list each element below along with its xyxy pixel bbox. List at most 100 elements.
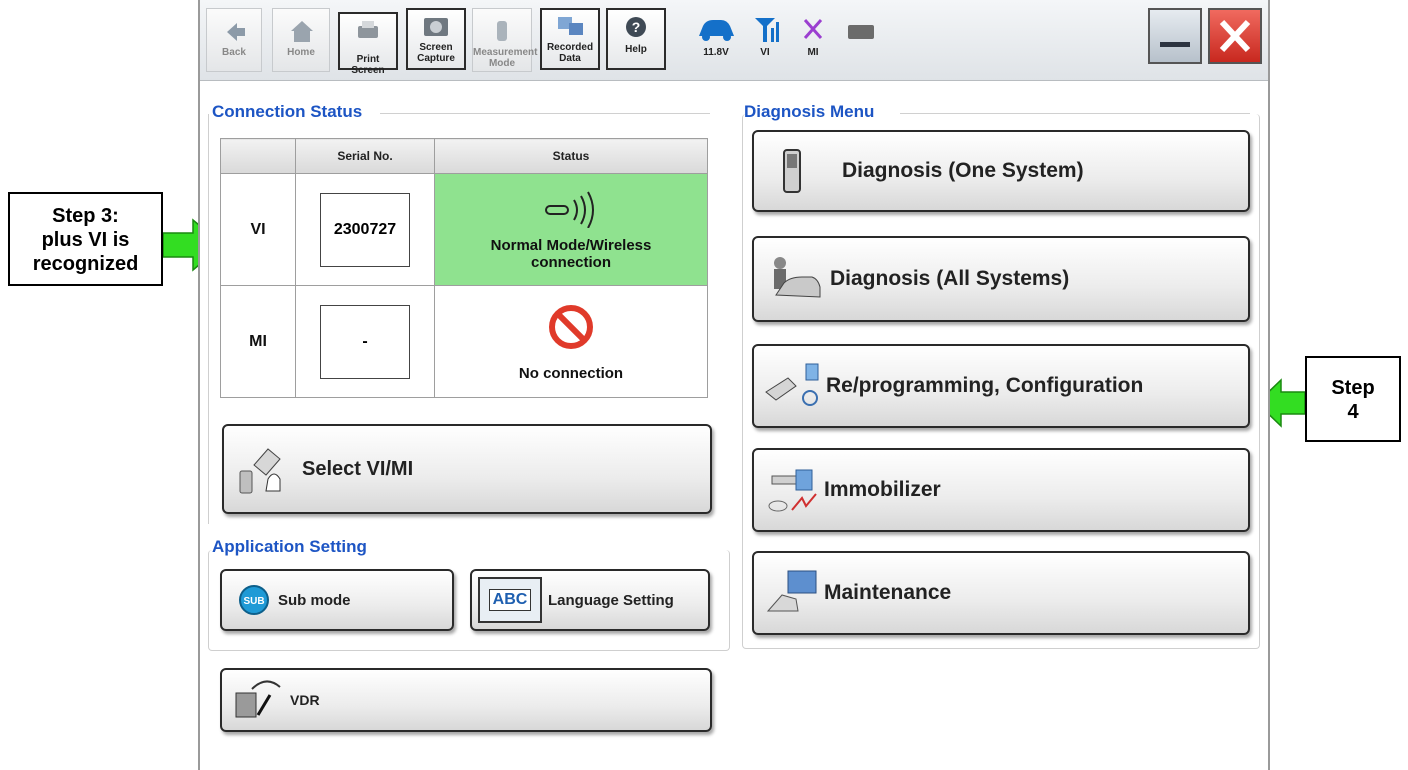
connection-status-table: Serial No. Status VI 2300727 Normal Mode… — [220, 138, 708, 398]
serial-cell: - — [295, 285, 435, 398]
measurement-label: Measurement — [473, 47, 538, 58]
maintenance-icon — [766, 570, 817, 612]
callout-text: plus VI is — [41, 229, 130, 251]
table-row: VI 2300727 Normal Mode/Wireless connecti… — [220, 173, 708, 286]
callout-text: recognized — [32, 253, 139, 275]
measurement-mode-button[interactable]: Measurement Mode — [472, 8, 538, 72]
diagnosis-menu-title: Diagnosis Menu — [744, 102, 875, 121]
device-icon — [783, 149, 801, 193]
recorded-data-label: Data — [559, 53, 581, 64]
abc-icon-text: ABC — [488, 589, 532, 611]
vi-label: VI — [760, 47, 770, 58]
vi-status: VI — [748, 14, 782, 58]
home-icon — [291, 21, 313, 42]
language-setting-button[interactable]: ABC Language Setting — [470, 569, 710, 631]
car-icon — [699, 20, 734, 41]
wireless-icon — [545, 191, 594, 229]
mechanic-car-icon — [774, 257, 821, 298]
minimize-icon — [1160, 42, 1190, 47]
help-button[interactable]: ? Help — [606, 8, 666, 70]
device-name: MI — [220, 285, 296, 398]
mi-label: MI — [807, 47, 819, 58]
screen-capture-label: Capture — [417, 53, 455, 64]
select-vi-mi-label: Select VI/MI — [302, 457, 414, 480]
recorded-data-icon — [558, 17, 583, 35]
menu-item-label: Diagnosis (One System) — [842, 159, 1084, 182]
immobilizer-button[interactable]: Immobilizer — [752, 448, 1250, 532]
status-cell: No connection — [434, 285, 708, 398]
measurement-label: Mode — [488, 58, 516, 69]
language-setting-label: Language Setting — [548, 591, 674, 609]
reprogramming-configuration-button[interactable]: Re/programming, Configuration — [752, 344, 1250, 428]
menu-item-label: Diagnosis (All Systems) — [830, 267, 1070, 290]
battery-status: 11.8V — [692, 14, 740, 58]
help-label: Help — [625, 44, 647, 55]
consult-window: Back Home Print Screen Screen Capture Me… — [198, 0, 1270, 770]
reprogramming-icon — [765, 363, 819, 406]
serial-cell: 2300727 — [295, 173, 435, 286]
callout-text: 4 — [1347, 401, 1359, 423]
home-button[interactable]: Home — [272, 8, 330, 72]
toolbar: Back Home Print Screen Screen Capture Me… — [200, 0, 1268, 81]
print-screen-label: Print Screen — [351, 54, 385, 76]
maintenance-button[interactable]: Maintenance — [752, 551, 1250, 635]
serial-value: - — [320, 304, 410, 379]
status-text: No connection — [518, 364, 624, 382]
no-connection-icon — [549, 304, 593, 349]
status-cell: Normal Mode/Wireless connection — [434, 173, 708, 286]
status-text: Normal Mode/Wireless connection — [490, 237, 652, 271]
sub-icon-text: SUB — [243, 596, 264, 607]
mi-disconnected-icon — [803, 19, 823, 39]
select-vi-mi-button[interactable]: Select VI/MI — [222, 424, 712, 514]
back-button[interactable]: Back — [206, 8, 262, 72]
diagnosis-one-system-button[interactable]: Diagnosis (One System) — [752, 130, 1250, 212]
close-button[interactable] — [1208, 8, 1262, 64]
key-chip-icon — [768, 469, 817, 512]
sub-icon: SUB — [239, 585, 269, 615]
step4-callout: Step 4 — [1305, 356, 1401, 442]
minimize-button[interactable] — [1148, 8, 1202, 64]
device-name: VI — [220, 173, 296, 286]
step3-callout: Step 3: plus VI is recognized — [8, 192, 163, 286]
table-header — [220, 138, 296, 174]
diagnosis-all-systems-button[interactable]: Diagnosis (All Systems) — [752, 236, 1250, 322]
printer-icon — [358, 21, 378, 38]
help-icon: ? — [626, 17, 646, 37]
svg-text:?: ? — [632, 19, 641, 35]
close-icon — [1219, 19, 1251, 53]
divider — [380, 113, 710, 114]
vdr-label: VDR — [290, 692, 320, 708]
menu-item-label: Immobilizer — [824, 478, 941, 501]
select-device-icon — [239, 448, 281, 494]
device-status-icon — [848, 25, 874, 39]
recorded-data-label: Recorded — [546, 42, 594, 53]
meter-icon — [497, 21, 507, 41]
serial-value: 2300727 — [320, 192, 410, 267]
sub-mode-button[interactable]: SUB Sub mode — [220, 569, 454, 631]
recorded-data-button[interactable]: Recorded Data — [540, 8, 600, 70]
vdr-icon — [235, 680, 281, 718]
screen-capture-button[interactable]: Screen Capture — [406, 8, 466, 70]
table-row: MI - No connection — [220, 285, 708, 398]
back-arrow-icon — [227, 23, 245, 41]
connection-status-title: Connection Status — [212, 102, 363, 121]
camera-icon — [424, 18, 448, 36]
callout-text: Step 3: — [52, 205, 119, 227]
screen-capture-label: Screen — [419, 42, 453, 53]
application-setting-title: Application Setting — [212, 537, 367, 556]
divider — [900, 113, 1250, 114]
battery-voltage: 11.8V — [703, 47, 729, 58]
table-header: Serial No. — [295, 138, 435, 174]
back-label: Back — [222, 47, 246, 58]
home-label: Home — [287, 47, 315, 58]
menu-item-label: Re/programming, Configuration — [826, 374, 1144, 397]
table-header: Status — [434, 138, 708, 174]
abc-icon: ABC — [478, 577, 542, 623]
sub-mode-label: Sub mode — [278, 591, 351, 609]
print-screen-button[interactable]: Print Screen — [338, 12, 398, 76]
mi-status: MI — [796, 14, 830, 58]
callout-text: Step — [1331, 377, 1375, 399]
vdr-button[interactable]: VDR — [220, 668, 712, 732]
menu-item-label: Maintenance — [824, 581, 952, 604]
signal-icon — [755, 18, 779, 42]
